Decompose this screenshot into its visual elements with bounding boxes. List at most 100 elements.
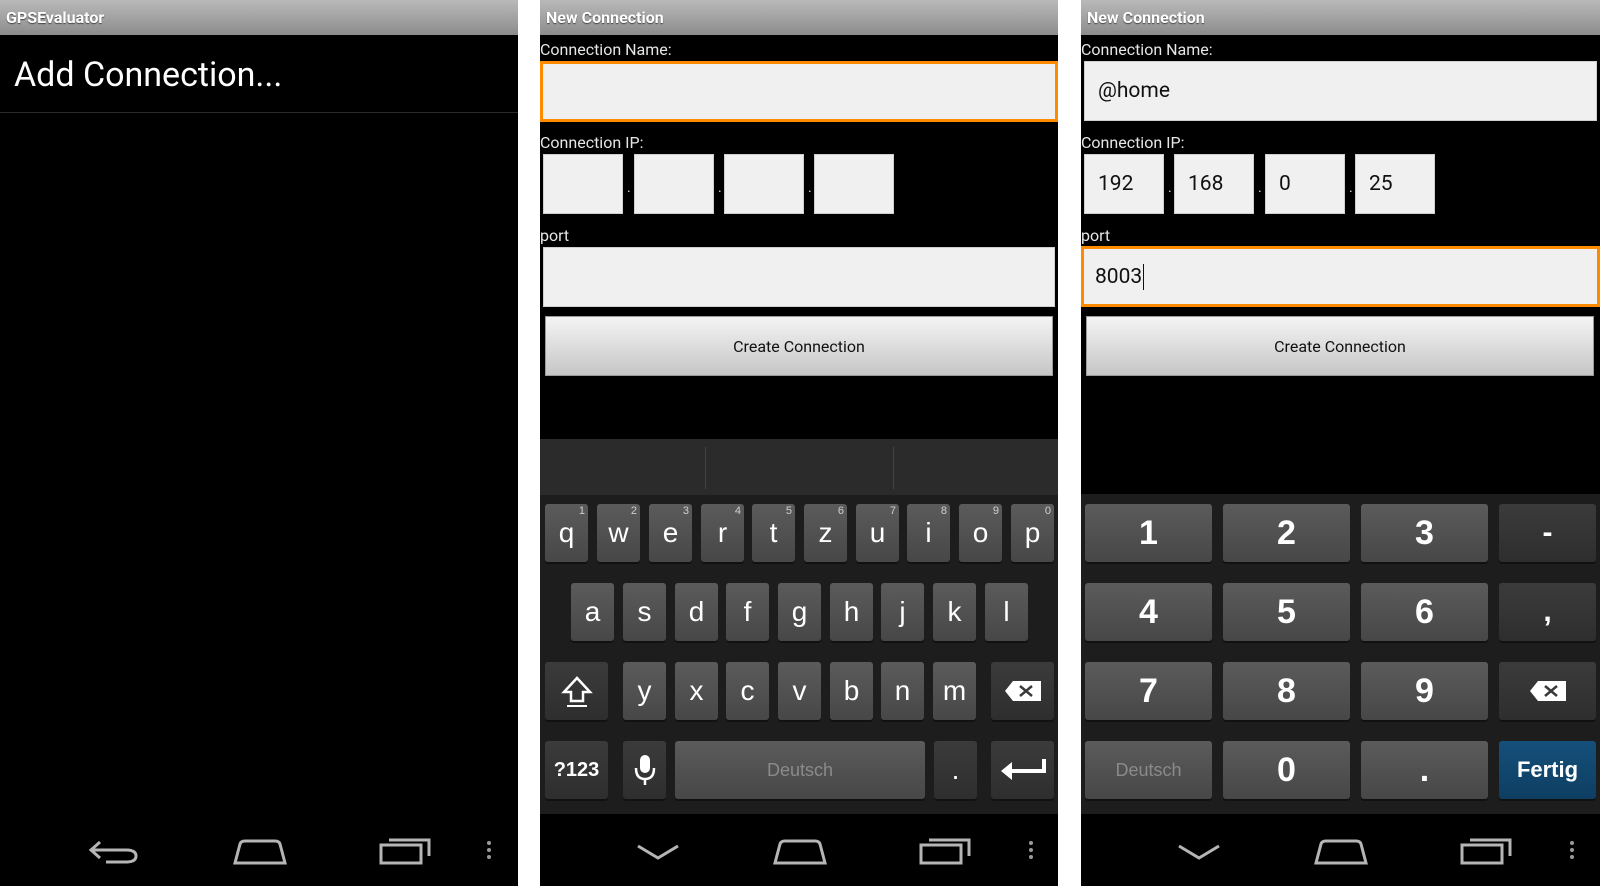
key-c[interactable]: c — [726, 662, 769, 720]
key-r[interactable]: r4 — [701, 504, 744, 562]
ip-separator: . — [1168, 180, 1172, 196]
home-icon[interactable] — [772, 838, 828, 866]
key-v[interactable]: v — [778, 662, 821, 720]
hide-keyboard-icon[interactable] — [635, 842, 681, 862]
connection-name-label: Connection Name: — [540, 40, 672, 59]
back-icon[interactable] — [88, 836, 140, 866]
nav-bar — [1081, 814, 1600, 886]
key-w[interactable]: w2 — [597, 504, 640, 562]
key-2[interactable]: 2 — [1223, 504, 1350, 562]
port-field[interactable] — [543, 247, 1055, 307]
key-i[interactable]: i8 — [907, 504, 950, 562]
home-icon[interactable] — [1313, 838, 1369, 866]
space-key[interactable]: Deutsch — [675, 741, 925, 799]
ip-octet-4-field[interactable]: 25 — [1355, 154, 1435, 214]
key-x[interactable]: x — [675, 662, 718, 720]
ip-octet-2-field[interactable] — [634, 154, 714, 214]
numeric-keyboard: 1 2 3 - 4 5 6 , 7 8 9 Deutsch 0 . Fertig — [1081, 494, 1600, 814]
list-divider — [0, 112, 518, 113]
text-cursor — [1143, 263, 1145, 290]
recents-icon[interactable] — [378, 836, 434, 866]
menu-icon[interactable] — [1570, 838, 1574, 862]
key-d[interactable]: d — [675, 583, 718, 641]
hide-keyboard-icon[interactable] — [1176, 842, 1222, 862]
ip-octet-4-field[interactable] — [814, 154, 894, 214]
port-label: port — [540, 226, 570, 245]
done-key[interactable]: Fertig — [1499, 741, 1596, 799]
period-key[interactable]: . — [1361, 741, 1488, 799]
screen-new-connection-empty: New Connection Connection Name: Connecti… — [540, 0, 1058, 886]
key-m[interactable]: m — [933, 662, 976, 720]
backspace-key[interactable] — [991, 662, 1054, 720]
microphone-icon — [634, 755, 655, 785]
key-o[interactable]: o9 — [959, 504, 1002, 562]
key-8[interactable]: 8 — [1223, 662, 1350, 720]
menu-icon[interactable] — [1029, 838, 1033, 862]
screen-gpsevaluator-main: GPSEvaluator Add Connection... — [0, 0, 518, 886]
key-n[interactable]: n — [881, 662, 924, 720]
key-p[interactable]: p0 — [1011, 504, 1054, 562]
key-6[interactable]: 6 — [1361, 583, 1488, 641]
key-9[interactable]: 9 — [1361, 662, 1488, 720]
connection-ip-label: Connection IP: — [1081, 133, 1185, 152]
ip-octet-1-field[interactable] — [543, 154, 623, 214]
key-a[interactable]: a — [571, 583, 614, 641]
key-f[interactable]: f — [726, 583, 769, 641]
key-u[interactable]: u7 — [856, 504, 899, 562]
minus-key[interactable]: - — [1499, 504, 1596, 562]
key-z[interactable]: z6 — [804, 504, 847, 562]
key-3[interactable]: 3 — [1361, 504, 1488, 562]
add-connection-item[interactable]: Add Connection... — [14, 55, 282, 95]
backspace-icon — [1529, 681, 1566, 701]
period-key[interactable]: . — [934, 741, 977, 799]
key-t[interactable]: t5 — [752, 504, 795, 562]
ip-separator: . — [1258, 180, 1262, 196]
key-k[interactable]: k — [933, 583, 976, 641]
key-0[interactable]: 0 — [1223, 741, 1350, 799]
connection-name-field[interactable] — [540, 61, 1058, 122]
key-g[interactable]: g — [778, 583, 821, 641]
key-e[interactable]: e3 — [649, 504, 692, 562]
suggestion-strip — [540, 439, 1058, 495]
key-7[interactable]: 7 — [1085, 662, 1212, 720]
key-q[interactable]: q1 — [545, 504, 588, 562]
connection-name-label: Connection Name: — [1081, 40, 1213, 59]
shift-icon — [560, 676, 593, 707]
ip-octet-1-field[interactable]: 192 — [1084, 154, 1164, 214]
menu-icon[interactable] — [487, 838, 491, 862]
create-connection-button[interactable]: Create Connection — [545, 316, 1053, 376]
key-b[interactable]: b — [830, 662, 873, 720]
enter-icon — [1000, 759, 1046, 780]
title-bar: GPSEvaluator — [0, 0, 518, 35]
backspace-key[interactable] — [1499, 662, 1596, 720]
shift-key[interactable] — [545, 662, 608, 720]
key-1[interactable]: 1 — [1085, 504, 1212, 562]
ip-octet-2-field[interactable]: 168 — [1174, 154, 1254, 214]
microphone-key[interactable] — [623, 741, 666, 799]
port-label: port — [1081, 226, 1111, 245]
key-5[interactable]: 5 — [1223, 583, 1350, 641]
key-h[interactable]: h — [830, 583, 873, 641]
nav-bar — [540, 814, 1058, 886]
nav-bar — [0, 814, 518, 886]
ip-separator: . — [627, 180, 631, 196]
screen-title: New Connection — [1087, 8, 1205, 27]
connection-name-field[interactable]: @home — [1084, 61, 1597, 121]
recents-icon[interactable] — [918, 836, 974, 866]
create-connection-button[interactable]: Create Connection — [1086, 316, 1594, 376]
home-icon[interactable] — [232, 838, 288, 866]
key-y[interactable]: y — [623, 662, 666, 720]
enter-key[interactable] — [991, 741, 1054, 799]
space-key[interactable]: Deutsch — [1085, 741, 1212, 799]
key-4[interactable]: 4 — [1085, 583, 1212, 641]
ip-octet-3-field[interactable] — [724, 154, 804, 214]
key-l[interactable]: l — [985, 583, 1028, 641]
comma-key[interactable]: , — [1499, 583, 1596, 641]
ip-octet-3-field[interactable]: 0 — [1265, 154, 1345, 214]
symbols-key[interactable]: ?123 — [545, 741, 608, 799]
key-s[interactable]: s — [623, 583, 666, 641]
screen-title: New Connection — [546, 8, 664, 27]
recents-icon[interactable] — [1459, 836, 1515, 866]
key-j[interactable]: j — [881, 583, 924, 641]
port-field[interactable]: 8003 — [1081, 246, 1600, 307]
